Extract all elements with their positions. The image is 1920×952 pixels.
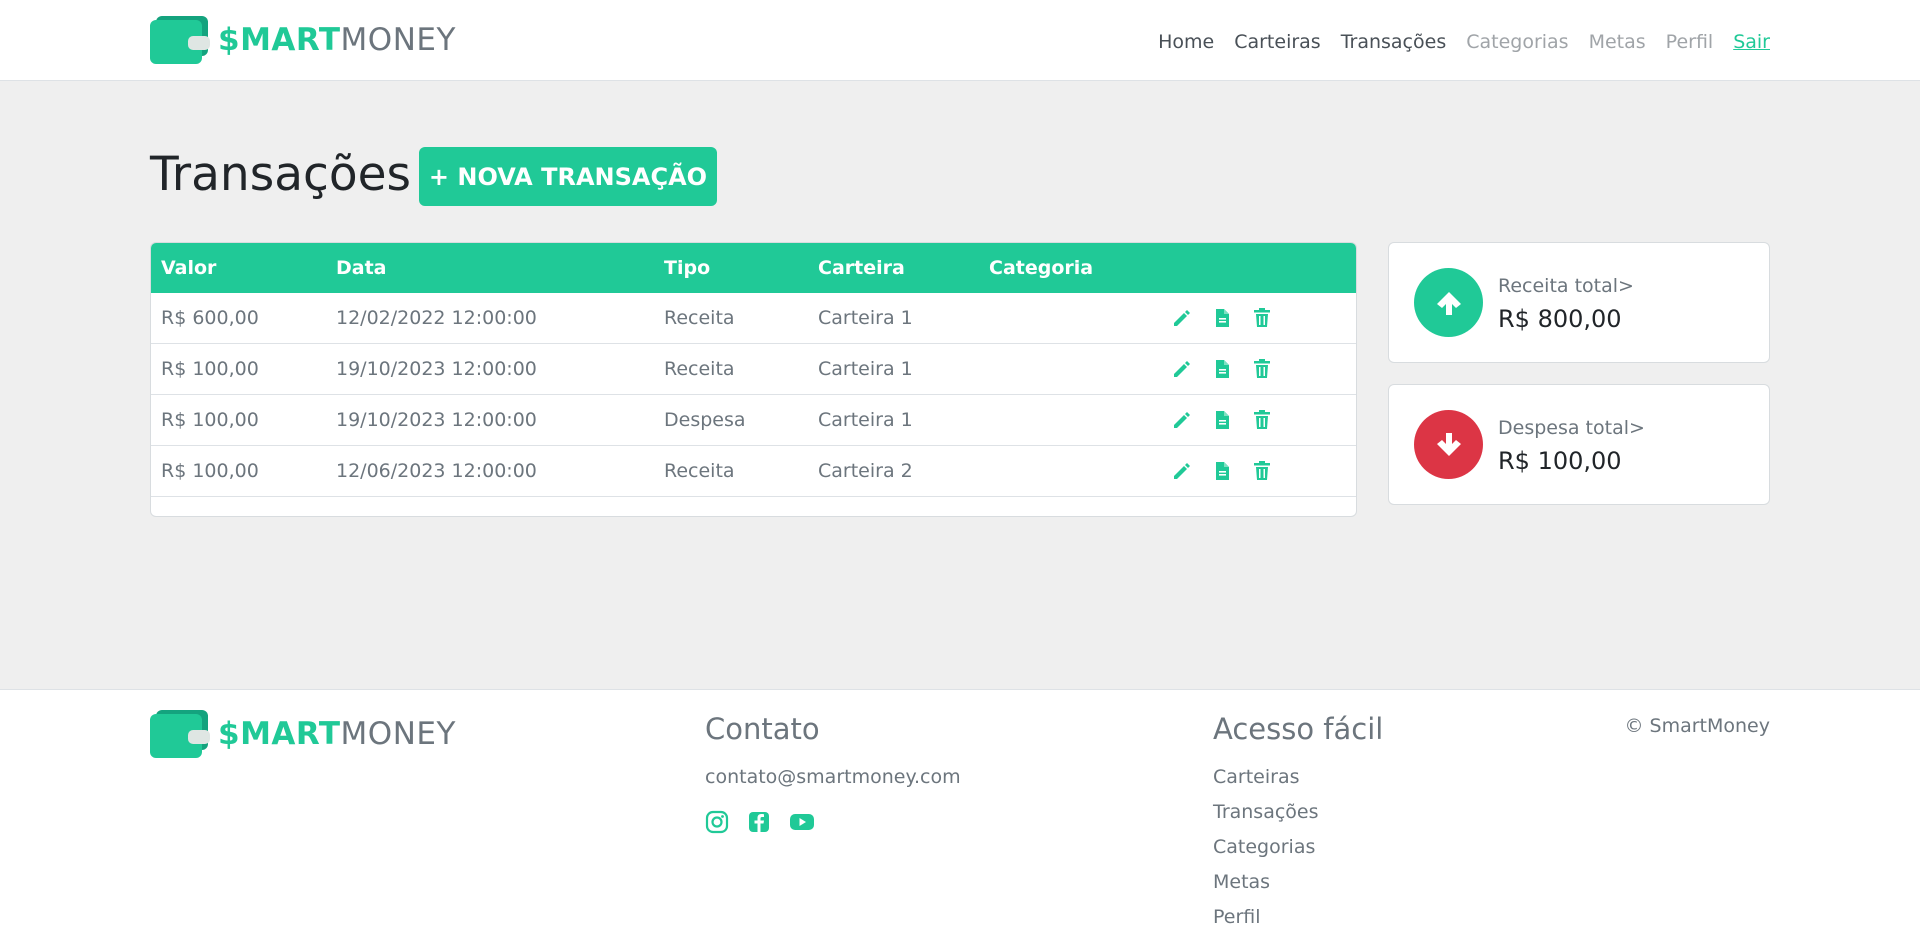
cell-carteira: Carteira 2 [818,460,913,482]
footer-link-transacoes[interactable]: Transações [1213,801,1319,823]
wallet-icon [150,16,210,64]
footer-quick-title: Acesso fácil [1213,712,1384,746]
brand-smart: $MART [218,715,341,752]
cell-data: 12/06/2023 12:00:00 [336,460,537,482]
cell-data: 12/02/2022 12:00:00 [336,307,537,329]
column-header-valor: Valor [161,257,217,279]
row-actions [1171,460,1273,482]
trash-icon[interactable] [1251,460,1273,482]
document-icon[interactable] [1211,409,1233,431]
cell-tipo: Receita [664,460,735,482]
main-nav: Home Carteiras Transações Categorias Met… [1138,28,1770,56]
page-title: Transações [150,147,412,202]
facebook-icon[interactable] [747,810,771,834]
table-row: R$ 100,00 12/06/2023 12:00:00 Receita Ca… [151,446,1356,497]
cell-carteira: Carteira 1 [818,358,913,380]
trash-icon[interactable] [1251,307,1273,329]
row-actions [1171,409,1273,431]
nav-perfil[interactable]: Perfil [1666,28,1714,56]
nav-metas[interactable]: Metas [1589,28,1646,56]
document-icon[interactable] [1211,307,1233,329]
footer-contact-title: Contato [705,712,820,746]
pencil-icon[interactable] [1171,358,1193,380]
instagram-icon[interactable] [705,810,729,834]
footer-copyright: © SmartMoney [1624,715,1770,737]
expense-label: Despesa total> [1498,417,1645,439]
footer-email[interactable]: contato@smartmoney.com [705,766,961,788]
pencil-icon[interactable] [1171,409,1193,431]
cell-valor: R$ 600,00 [161,307,259,329]
footer-link-perfil[interactable]: Perfil [1213,906,1261,928]
transactions-table: Valor Data Tipo Carteira Categoria R$ 60… [150,242,1357,517]
pencil-icon[interactable] [1171,460,1193,482]
cell-valor: R$ 100,00 [161,358,259,380]
nav-home[interactable]: Home [1158,28,1214,56]
nav-carteiras[interactable]: Carteiras [1234,28,1321,56]
brand-money: MONEY [340,715,456,752]
cell-data: 19/10/2023 12:00:00 [336,409,537,431]
footer-link-metas[interactable]: Metas [1213,871,1270,893]
cell-carteira: Carteira 1 [818,409,913,431]
cell-data: 19/10/2023 12:00:00 [336,358,537,380]
cell-carteira: Carteira 1 [818,307,913,329]
income-value: R$ 800,00 [1498,305,1622,333]
pencil-icon[interactable] [1171,307,1193,329]
cell-tipo: Receita [664,307,735,329]
document-icon[interactable] [1211,358,1233,380]
expense-summary-card[interactable]: Despesa total> R$ 100,00 [1388,384,1770,505]
income-summary-card[interactable]: Receita total> R$ 800,00 [1388,242,1770,363]
nav-transacoes[interactable]: Transações [1341,28,1447,56]
footer-link-categorias[interactable]: Categorias [1213,836,1315,858]
arrow-up-icon [1414,268,1483,337]
brand-smart: $MART [218,21,341,58]
column-header-categoria: Categoria [989,257,1094,279]
document-icon[interactable] [1211,460,1233,482]
wallet-icon [150,710,210,758]
nav-categorias[interactable]: Categorias [1466,28,1568,56]
brand-money: MONEY [340,21,456,58]
youtube-icon[interactable] [789,810,814,834]
row-actions [1171,358,1273,380]
column-header-data: Data [336,257,387,279]
table-row: R$ 100,00 19/10/2023 12:00:00 Receita Ca… [151,344,1356,395]
table-row: R$ 600,00 12/02/2022 12:00:00 Receita Ca… [151,293,1356,344]
arrow-down-icon [1414,410,1483,479]
trash-icon[interactable] [1251,409,1273,431]
social-links [705,810,814,834]
column-header-tipo: Tipo [664,257,711,279]
cell-valor: R$ 100,00 [161,409,259,431]
footer-link-carteiras[interactable]: Carteiras [1213,766,1300,788]
row-actions [1171,307,1273,329]
cell-valor: R$ 100,00 [161,460,259,482]
table-row: R$ 100,00 19/10/2023 12:00:00 Despesa Ca… [151,395,1356,446]
cell-tipo: Despesa [664,409,746,431]
trash-icon[interactable] [1251,358,1273,380]
nav-sair[interactable]: Sair [1733,28,1770,56]
new-transaction-button[interactable]: + NOVA TRANSAÇÃO [419,147,717,206]
cell-tipo: Receita [664,358,735,380]
brand-logo[interactable]: $MARTMONEY [150,16,456,64]
income-label: Receita total> [1498,275,1634,297]
expense-value: R$ 100,00 [1498,447,1622,475]
header: $MARTMONEY Home Carteiras Transações Cat… [0,0,1920,81]
footer-brand-logo[interactable]: $MARTMONEY [150,710,456,758]
table-header: Valor Data Tipo Carteira Categoria [151,243,1356,293]
column-header-carteira: Carteira [818,257,905,279]
